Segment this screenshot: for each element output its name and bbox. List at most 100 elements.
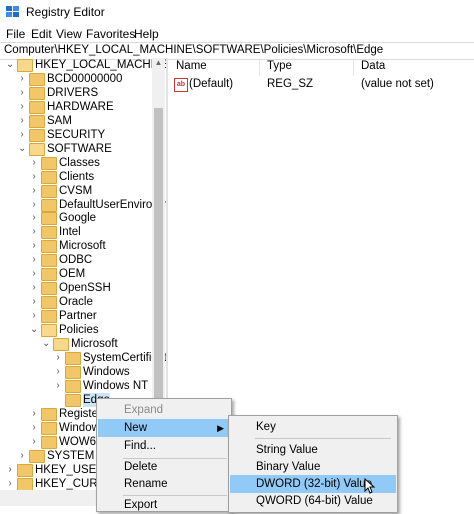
tree-item[interactable]: ›SystemCertificates (0, 351, 166, 365)
folder-icon (41, 212, 57, 226)
menu-edit[interactable]: Edit (31, 27, 52, 41)
chevron-down-icon[interactable]: ⌄ (30, 323, 38, 337)
tree-item[interactable]: › OEM (0, 267, 166, 282)
chevron-right-icon[interactable]: › (18, 100, 26, 114)
chevron-right-icon[interactable]: › (30, 267, 38, 281)
column-divider[interactable] (353, 58, 354, 76)
chevron-right-icon[interactable]: › (6, 477, 14, 491)
address-path[interactable]: Computer\HKEY_LOCAL_MACHINE\SOFTWARE\Pol… (4, 44, 383, 56)
chevron-right-icon[interactable]: › (30, 309, 38, 323)
menu-view[interactable]: View (56, 27, 82, 41)
column-type[interactable]: Type (267, 60, 292, 72)
column-data[interactable]: Data (361, 60, 385, 72)
chevron-down-icon[interactable]: ⌄ (6, 58, 14, 72)
chevron-right-icon[interactable]: › (18, 86, 26, 100)
tree-item[interactable]: › Oracle (0, 295, 166, 310)
menu-item-rename[interactable]: Rename (98, 475, 230, 493)
menu-item-expand[interactable]: Expand (98, 401, 230, 419)
tree-item[interactable]: › SECURITY (0, 128, 166, 142)
tree-item[interactable]: › SAM (0, 114, 166, 128)
tree-item-label: Microsoft (71, 338, 118, 350)
tree-item[interactable]: › Google (0, 211, 166, 226)
folder-icon (41, 310, 57, 324)
folder-icon (29, 72, 45, 86)
tree-item-label: Windows (83, 365, 130, 378)
chevron-right-icon[interactable]: › (30, 198, 38, 212)
tree-item[interactable]: › ODBC (0, 253, 166, 268)
tree-item-label: HARDWARE (47, 100, 114, 113)
chevron-right-icon[interactable]: › (54, 365, 62, 379)
tree-item[interactable]: › Partner (0, 309, 166, 324)
chevron-right-icon[interactable]: › (30, 281, 38, 295)
chevron-right-icon[interactable]: › (18, 72, 26, 86)
tree-item[interactable]: › Clients (0, 170, 166, 184)
chevron-right-icon[interactable]: › (30, 421, 38, 435)
folder-open-icon (17, 59, 33, 72)
tree-item[interactable]: › BCD00000000 (0, 72, 166, 86)
menu-item-binary-value[interactable]: Binary Value (230, 458, 396, 476)
tree-item[interactable]: ⌄ Policies (0, 323, 166, 338)
folder-open-icon (53, 338, 69, 351)
chevron-right-icon[interactable]: › (30, 253, 38, 267)
chevron-right-icon[interactable]: › (18, 128, 26, 142)
chevron-right-icon[interactable] (54, 393, 62, 407)
value-type[interactable]: REG_SZ (267, 78, 313, 90)
chevron-right-icon[interactable]: › (30, 170, 38, 184)
tree-item-label: Classes (59, 156, 100, 169)
value-name[interactable]: (Default) (189, 78, 233, 90)
chevron-right-icon[interactable]: › (54, 351, 62, 365)
tree-item[interactable]: › CVSM (0, 184, 166, 198)
chevron-right-icon[interactable]: › (30, 239, 38, 253)
scroll-thumb[interactable] (154, 108, 163, 448)
tree-item-label: SECURITY (47, 128, 106, 141)
tree-item-label: OEM (59, 268, 86, 281)
menu-item-new[interactable]: New ▶ (98, 419, 230, 437)
chevron-right-icon[interactable]: › (18, 114, 26, 128)
menu-item-export[interactable]: Export (98, 496, 230, 514)
menu-item-delete[interactable]: Delete (98, 458, 230, 476)
chevron-right-icon[interactable]: › (6, 463, 14, 477)
chevron-right-icon[interactable]: › (30, 295, 38, 309)
chevron-right-icon[interactable]: › (30, 435, 38, 449)
menu-item-string-value[interactable]: String Value (230, 441, 396, 459)
registry-editor-icon (6, 6, 19, 17)
tree-item-label: HKEY_LOCAL_MACHINE (35, 59, 166, 71)
tree-item[interactable]: › HARDWARE (0, 100, 166, 114)
column-divider[interactable] (259, 58, 260, 76)
tree-item[interactable]: ⌄ Microsoft (0, 337, 166, 351)
tree-item[interactable]: › Microsoft (0, 239, 166, 254)
tree-item[interactable]: › OpenSSH (0, 281, 166, 296)
chevron-down-icon[interactable]: ⌄ (42, 337, 50, 351)
chevron-down-icon[interactable]: ⌄ (18, 142, 26, 156)
tree-item[interactable]: › DRIVERS (0, 86, 166, 100)
tree-item[interactable]: › Classes (0, 156, 166, 170)
folder-icon (17, 463, 33, 477)
tree-item[interactable]: › Intel (0, 225, 166, 240)
menu-favorites[interactable]: Favorites (86, 27, 135, 41)
folder-icon (29, 114, 45, 128)
folder-icon (41, 240, 57, 254)
tree-item[interactable]: ⌄ SOFTWARE (0, 142, 166, 156)
menu-file[interactable]: File (6, 27, 25, 41)
chevron-right-icon[interactable]: › (30, 184, 38, 198)
chevron-right-icon[interactable]: › (30, 407, 38, 421)
menu-help[interactable]: Help (134, 27, 159, 41)
scroll-up-icon[interactable]: ▲ (152, 58, 165, 70)
menu-item-find[interactable]: Find... (98, 437, 230, 455)
folder-icon (41, 296, 57, 310)
chevron-right-icon[interactable]: › (30, 225, 38, 239)
tree-item[interactable]: › DefaultUserEnvironment (0, 198, 166, 212)
column-name[interactable]: Name (176, 60, 207, 72)
chevron-right-icon[interactable]: › (30, 156, 38, 170)
menu-item-qword-value[interactable]: QWORD (64-bit) Value (230, 492, 396, 510)
value-data[interactable]: (value not set) (361, 78, 434, 90)
chevron-right-icon[interactable]: › (54, 379, 62, 393)
folder-icon (29, 449, 45, 463)
tree-item[interactable]: › Windows (0, 365, 166, 379)
menu-item-key[interactable]: Key (230, 418, 396, 436)
chevron-right-icon[interactable]: › (30, 211, 38, 225)
tree-item[interactable]: ⌄ HKEY_LOCAL_MACHINE (0, 58, 166, 72)
chevron-right-icon[interactable]: › (18, 449, 26, 463)
tree-item[interactable]: › Windows NT (0, 379, 166, 393)
folder-icon (41, 421, 57, 435)
